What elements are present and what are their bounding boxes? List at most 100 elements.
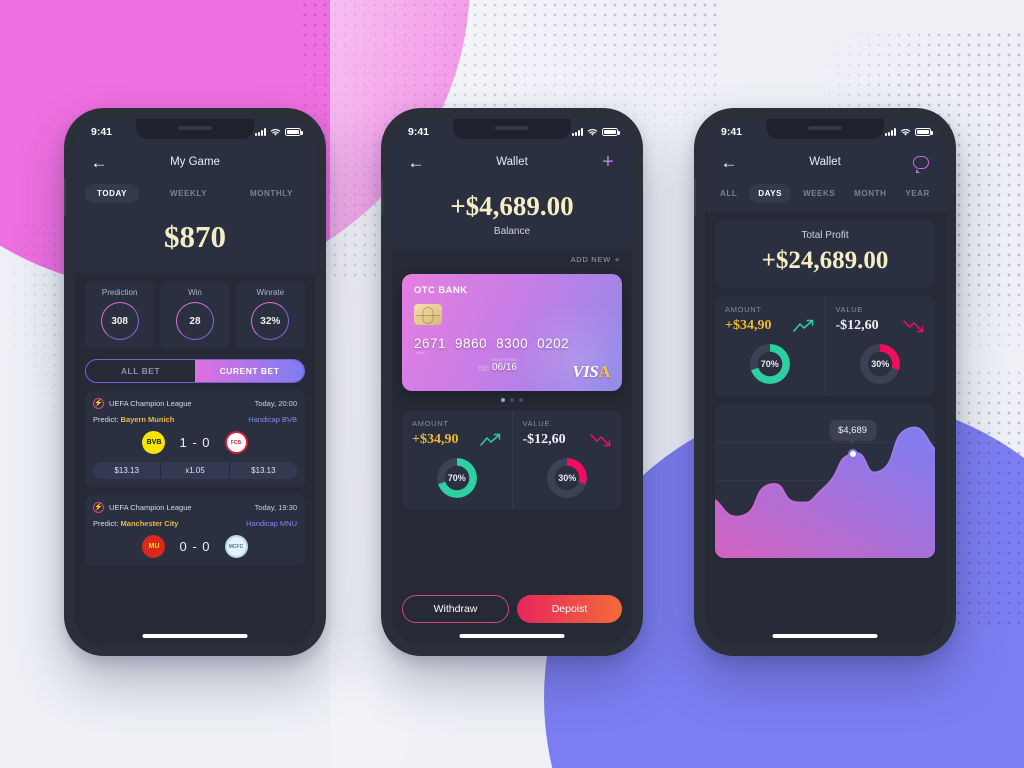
nav-bar: ← My Game bbox=[75, 145, 315, 179]
total-amount: $870 bbox=[164, 219, 226, 254]
match-score: 1 - 0 bbox=[179, 435, 211, 450]
stat-card-winrate: Winrate 32% bbox=[235, 281, 305, 349]
predict-team: Bayern Munich bbox=[120, 415, 175, 424]
tab-weeks[interactable]: WEEKS bbox=[796, 184, 842, 203]
phone-wallet-stats: 9:41 ← Wallet ALL DAYS WEEKS MONTH YEAR … bbox=[694, 108, 956, 656]
add-new-button[interactable]: ADD NEW + bbox=[392, 249, 632, 268]
league-name: UEFA Champion League bbox=[109, 399, 192, 408]
card-number: 2671 9860 8300 0202 bbox=[414, 336, 610, 351]
card-bank-name: OTC BANK bbox=[414, 285, 468, 296]
manchester-united-logo: MU bbox=[142, 535, 166, 558]
pager-dot[interactable] bbox=[519, 398, 523, 402]
predict-label: Predict: bbox=[93, 415, 119, 424]
trend-up-icon bbox=[479, 433, 500, 446]
trend-down-icon bbox=[590, 434, 611, 447]
kpi-value: VALUE -$12,60 30% bbox=[511, 410, 623, 510]
kpi-value: -$12,60 bbox=[522, 432, 566, 447]
handicap-label: Handicap MNU bbox=[246, 519, 297, 528]
arrow-left-icon[interactable]: ← bbox=[89, 152, 109, 172]
kpi-percent: 30% bbox=[871, 359, 890, 369]
tab-monthly[interactable]: MONTHLY bbox=[238, 184, 305, 203]
tab-weekly[interactable]: WEEKLY bbox=[158, 184, 219, 203]
deposit-button[interactable]: Depoist bbox=[517, 595, 622, 623]
stat-card-win: Win 28 bbox=[160, 281, 230, 349]
add-new-label: ADD NEW bbox=[570, 255, 611, 264]
card-expiry: 06/16 bbox=[491, 362, 517, 373]
signal-bars-icon bbox=[572, 128, 583, 136]
predict-label: Predict: bbox=[93, 519, 119, 528]
status-bar: 9:41 bbox=[392, 119, 632, 145]
tab-days[interactable]: DAYS bbox=[749, 184, 792, 203]
tab-year[interactable]: YEAR bbox=[898, 184, 937, 203]
phone-my-game: 9:41 ← My Game TODAY WEEKLY MONTHLY $870… bbox=[64, 108, 326, 656]
kpi-donut-amount: 70% bbox=[750, 344, 790, 384]
match-score: 0 - 0 bbox=[179, 539, 211, 554]
kpi-donut-value: 30% bbox=[860, 344, 900, 384]
kpi-value: +$34,90 bbox=[412, 432, 459, 447]
odds-multiplier[interactable]: x1.05 bbox=[160, 462, 228, 479]
total-profit-amount: +$24,689.00 bbox=[761, 247, 889, 274]
kpi-percent: 30% bbox=[558, 473, 577, 483]
range-tabs: ALL DAYS WEEKS MONTH YEAR bbox=[705, 179, 945, 211]
chart-tooltip: $4,689 bbox=[828, 419, 877, 441]
chat-bubble-icon[interactable] bbox=[911, 152, 931, 173]
chart-highlight-point[interactable] bbox=[847, 448, 858, 459]
pager-dot[interactable] bbox=[510, 398, 514, 402]
battery-icon bbox=[915, 128, 933, 136]
stat-label: Prediction bbox=[101, 288, 138, 297]
battery-icon bbox=[602, 128, 620, 136]
home-indicator bbox=[772, 634, 878, 638]
stat-card-prediction: Prediction 308 bbox=[85, 281, 155, 349]
kpi-label: VALUE bbox=[522, 419, 551, 428]
card-sub-number: 4843 bbox=[416, 351, 425, 355]
stats-row: Prediction 308 Win 28 Winrate 32% bbox=[75, 273, 315, 349]
match-card[interactable]: ⚡ UEFA Champion League Today, 20:00 Pred… bbox=[85, 391, 305, 487]
nav-bar: ← Wallet + bbox=[392, 145, 632, 179]
profit-area-chart[interactable]: $4,689 bbox=[715, 404, 935, 558]
tab-all-bet[interactable]: ALL BET bbox=[86, 360, 195, 382]
credit-card[interactable]: OTC BANK 2671 9860 8300 0202 4843 GOOD T… bbox=[402, 274, 622, 391]
stat-ring-win: 28 bbox=[175, 302, 214, 340]
stat-ring-winrate: 32% bbox=[251, 302, 290, 340]
wifi-icon bbox=[587, 128, 598, 136]
header-band: 9:41 ← Wallet ALL DAYS WEEKS MONTH YEAR bbox=[705, 119, 945, 211]
kpi-percent: 70% bbox=[760, 359, 779, 369]
tab-today[interactable]: TODAY bbox=[85, 184, 140, 203]
balance-amount: +$4,689.00 bbox=[450, 191, 574, 221]
nav-spacer bbox=[281, 152, 301, 172]
card-thru-label: THRU bbox=[478, 368, 489, 373]
match-card[interactable]: ⚡ UEFA Champion League Today, 19:30 Pred… bbox=[85, 495, 305, 566]
wallet-content: ADD NEW + OTC BANK 2671 9860 8300 0202 4… bbox=[392, 249, 632, 645]
handicap-label: Handicap BVB bbox=[248, 415, 297, 424]
header-band: 9:41 ← Wallet + +$4,689.00 Balance bbox=[392, 119, 632, 249]
header-band: 9:41 ← My Game TODAY WEEKLY MONTHLY $870 bbox=[75, 119, 315, 273]
league-badge-icon: ⚡ bbox=[93, 398, 104, 409]
status-time: 9:41 bbox=[721, 126, 743, 138]
predict-row: Predict: Bayern Munich bbox=[93, 415, 174, 424]
pager-dot[interactable] bbox=[501, 398, 505, 402]
withdraw-button[interactable]: Withdraw bbox=[402, 595, 509, 623]
trend-up-icon bbox=[792, 319, 813, 332]
visa-logo: VISA bbox=[572, 362, 610, 381]
card-chip-icon bbox=[414, 304, 442, 325]
tab-month[interactable]: MONTH bbox=[847, 184, 893, 203]
odds-stake[interactable]: $13.13 bbox=[93, 462, 160, 479]
tab-current-bet[interactable]: CURENT BET bbox=[195, 360, 304, 382]
stat-ring-prediction: 308 bbox=[100, 302, 139, 340]
screen-wallet: 9:41 ← Wallet + +$4,689.00 Balance ADD N… bbox=[392, 119, 632, 645]
kpi-donut-amount: 70% bbox=[437, 458, 477, 498]
total-profit-label: Total Profit bbox=[801, 230, 849, 241]
kpi-row: AMOUNT +$34,90 70% VALUE -$12,60 30% bbox=[715, 296, 935, 396]
chart-svg bbox=[715, 426, 935, 558]
arrow-left-icon[interactable]: ← bbox=[719, 152, 739, 172]
tab-all[interactable]: ALL bbox=[713, 184, 744, 203]
battery-icon bbox=[285, 128, 303, 136]
plus-icon[interactable]: + bbox=[598, 152, 618, 172]
match-time: Today, 19:30 bbox=[254, 503, 297, 512]
arrow-left-icon[interactable]: ← bbox=[406, 152, 426, 172]
odds-payout[interactable]: $13.13 bbox=[228, 462, 297, 479]
kpi-value: +$34,90 bbox=[725, 318, 772, 333]
stat-label: Win bbox=[188, 288, 202, 297]
card-pager[interactable] bbox=[392, 398, 632, 402]
page-title: Wallet bbox=[496, 156, 528, 168]
